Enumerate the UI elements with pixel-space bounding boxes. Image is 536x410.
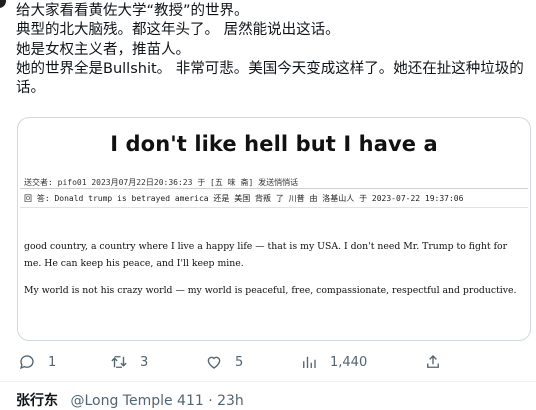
reply-button[interactable]: 1 <box>18 350 56 374</box>
divider <box>20 188 528 189</box>
post-meta: 送交者: pifo01 2023月07月22日20:36:23 于 [五 味 斋… <box>24 178 299 187</box>
reply-line: 回 答: Donald trump is betrayed america 还是… <box>24 194 464 203</box>
like-count: 5 <box>235 354 244 370</box>
views-count: 1,440 <box>330 354 368 370</box>
divider <box>0 381 536 382</box>
bar-chart-icon <box>303 356 316 368</box>
embed-title: I don't like hell but I have a <box>110 132 438 156</box>
tweet-line: 典型的北大脑残。都这年头了。 居然能说出这话。 <box>16 22 340 39</box>
tweet-text: 给大家看看黄佐大学“教授”的世界。 典型的北大脑残。都这年头了。 居然能说出这话… <box>16 2 526 98</box>
author-name[interactable]: 张行东 <box>16 393 58 409</box>
reply-icon <box>19 355 34 370</box>
tweet-line: 她是女权主义者，推苗人。 <box>16 41 190 58</box>
author-handle[interactable]: @Long Temple 411 · 23h <box>70 393 243 409</box>
post-paragraph: My world is not his crazy world — my wor… <box>24 285 517 296</box>
post-body: good country, a country where I live a h… <box>24 238 522 309</box>
heart-icon <box>207 356 221 369</box>
share-icon <box>427 355 439 368</box>
share-button[interactable] <box>424 350 442 374</box>
views-button[interactable]: 1,440 <box>300 350 367 374</box>
tweet-line: 给大家看看黄佐大学“教授”的世界。 <box>16 3 249 19</box>
reply-count: 1 <box>48 354 57 370</box>
retweet-count: 3 <box>140 354 149 370</box>
like-button[interactable]: 5 <box>205 350 243 374</box>
retweet-icon <box>111 356 127 368</box>
next-tweet-header[interactable]: 张行东 @Long Temple 411 · 23h <box>16 390 244 410</box>
post-paragraph: good country, a country where I live a h… <box>24 241 508 269</box>
avatar[interactable] <box>0 0 6 8</box>
retweet-button[interactable]: 3 <box>110 350 148 374</box>
tweet-actions: 1 3 5 1,440 <box>0 350 536 374</box>
divider <box>20 207 528 208</box>
embedded-image-card[interactable]: I don't like hell but I have a 送交者: pifo… <box>17 117 531 341</box>
tweet-line: 她的世界全是Bullshit。 非常可悲。美国今天变成这样了。她还在扯这种垃圾的… <box>16 60 524 97</box>
